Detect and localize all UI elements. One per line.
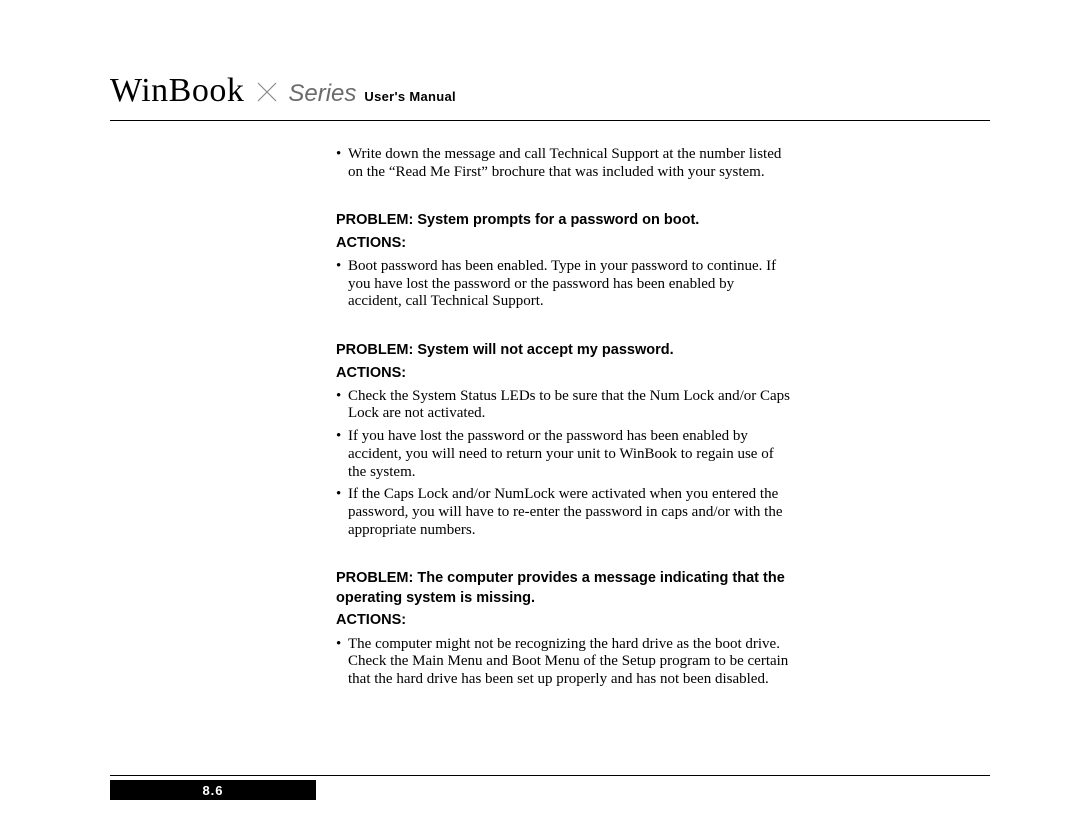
users-manual-label: User's Manual <box>364 89 456 104</box>
actions-list: Boot password has been enabled. Type in … <box>336 258 790 311</box>
actions-list: Check the System Status LEDs to be sure … <box>336 388 790 540</box>
list-item: Check the System Status LEDs to be sure … <box>336 388 790 423</box>
problem-heading: PROBLEM: The computer provides a message… <box>336 569 790 608</box>
problem-section: PROBLEM: System prompts for a password o… <box>336 211 790 311</box>
intro-bullet-list: Write down the message and call Technica… <box>336 146 790 181</box>
problem-heading: PROBLEM: System will not accept my passw… <box>336 341 790 361</box>
list-item: If you have lost the password or the pas… <box>336 428 790 481</box>
page-number: 8.6 <box>202 783 223 798</box>
x-mark-icon <box>256 81 278 108</box>
page-header: WinBook Series User's Manual <box>110 72 990 121</box>
list-item: The computer might not be recognizing th… <box>336 636 790 689</box>
page-number-badge: 8.6 <box>110 780 316 800</box>
brand-logo-text: WinBook <box>110 72 244 110</box>
actions-list: The computer might not be recognizing th… <box>336 636 790 689</box>
problem-heading: PROBLEM: System prompts for a password o… <box>336 211 790 231</box>
page-footer: 8.6 <box>110 775 990 800</box>
actions-heading: ACTIONS: <box>336 235 790 252</box>
list-item: If the Caps Lock and/or NumLock were act… <box>336 486 790 539</box>
actions-heading: ACTIONS: <box>336 612 790 629</box>
problem-section: PROBLEM: System will not accept my passw… <box>336 341 790 539</box>
manual-page: WinBook Series User's Manual Write down … <box>0 0 1080 834</box>
actions-heading: ACTIONS: <box>336 365 790 382</box>
series-label: Series <box>288 80 356 108</box>
problem-section: PROBLEM: The computer provides a message… <box>336 569 790 688</box>
page-content: Write down the message and call Technica… <box>336 140 790 689</box>
list-item: Boot password has been enabled. Type in … <box>336 258 790 311</box>
list-item: Write down the message and call Technica… <box>336 146 790 181</box>
